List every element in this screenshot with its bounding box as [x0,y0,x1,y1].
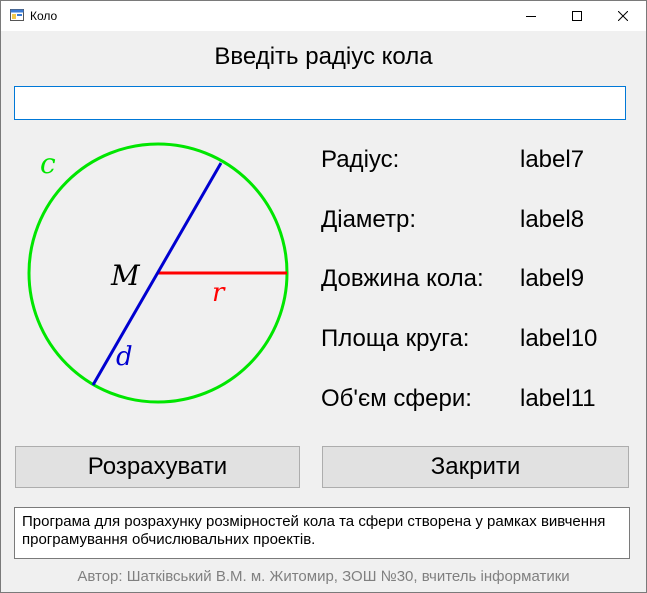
circumference-label-text: Довжина кола: [321,265,484,292]
close-icon [618,11,628,21]
radius-label-text: Радіус: [321,146,400,173]
title-bar: Коло [1,1,646,31]
minimize-button[interactable] [508,1,554,31]
main-window: Коло Введіть радіус кола c M r d Радіус:… [0,0,647,593]
diameter-label: d [116,342,133,372]
radius-input[interactable] [14,86,626,120]
sphere-volume-value: label11 [520,385,596,412]
area-value: label10 [520,325,598,352]
radius-value: label7 [520,146,585,173]
author-label: Автор: Шатківський В.М. м. Житомир, ЗОШ … [77,568,570,585]
page-title: Введіть радіус кола [214,43,433,70]
maximize-button[interactable] [554,1,600,31]
radius-label: r [212,278,226,308]
diameter-value: label8 [520,206,585,233]
calculate-button[interactable]: Розрахувати [15,446,300,488]
circle-diagram: c M r d [27,142,289,404]
circle-label: c [40,147,56,180]
app-icon [10,9,24,21]
circumference-value: label9 [520,265,585,292]
window-title: Коло [30,9,58,23]
sphere-volume-label-text: Об'єм сфери: [321,385,472,412]
center-label: M [110,259,141,292]
diameter-label-text: Діаметр: [321,206,416,233]
maximize-icon [572,11,582,21]
close-window-button[interactable] [600,1,646,31]
close-button[interactable]: Закрити [322,446,629,488]
info-textbox[interactable]: Програма для розрахунку розмірностей кол… [14,507,630,559]
minimize-icon [526,16,536,17]
area-label-text: Площа круга: [321,325,470,352]
